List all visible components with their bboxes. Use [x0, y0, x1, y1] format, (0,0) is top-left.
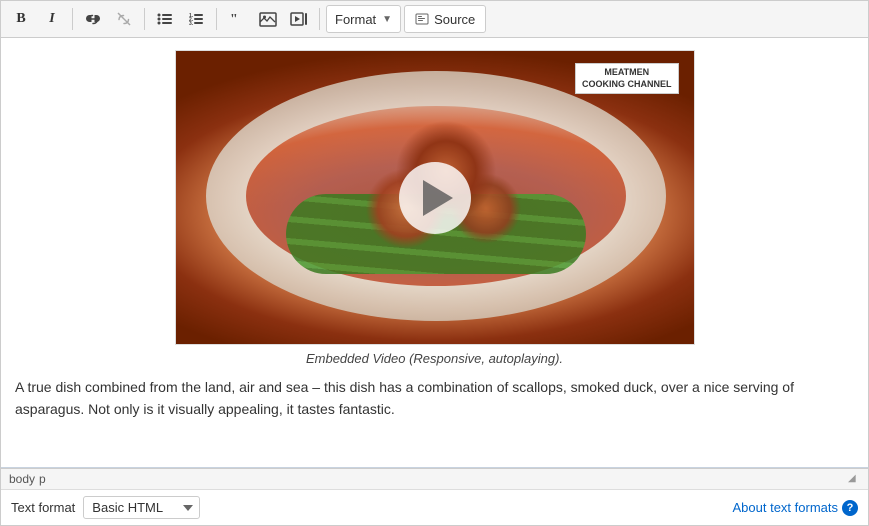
about-text-formats-link[interactable]: About text formats ? [733, 500, 859, 516]
sep-3 [216, 8, 217, 30]
image-icon [259, 12, 277, 27]
sep-1 [72, 8, 73, 30]
about-text-formats-label: About text formats [733, 500, 839, 515]
svg-text:3.: 3. [189, 21, 194, 26]
format-label: Format [335, 12, 376, 27]
italic-icon: I [49, 11, 54, 27]
body-text[interactable]: A true dish combined from the land, air … [15, 376, 854, 421]
help-icon: ? [842, 500, 858, 516]
image-button[interactable] [254, 5, 282, 33]
media-icon [290, 12, 308, 26]
format-dropdown[interactable]: Format ▼ [326, 5, 401, 33]
sep-2 [144, 8, 145, 30]
video-container: MEATMEN COOKING CHANNEL Embedded Video (… [15, 50, 854, 366]
bottom-bar: Text format Basic HTML Full HTML Plain t… [1, 489, 868, 525]
editor-content[interactable]: MEATMEN COOKING CHANNEL Embedded Video (… [1, 38, 868, 468]
ordered-list-icon: 1. 2. 3. [188, 12, 204, 26]
video-caption: Embedded Video (Responsive, autoplaying)… [306, 351, 563, 366]
blockquote-icon: " [229, 12, 245, 26]
link-icon [85, 11, 101, 27]
bold-icon: B [16, 11, 25, 27]
editor-wrapper: B I [0, 0, 869, 526]
status-tag-p: p [39, 472, 46, 486]
source-button[interactable]: Source [404, 5, 486, 33]
play-button[interactable] [399, 162, 471, 234]
text-format-group: Text format Basic HTML Full HTML Plain t… [11, 496, 200, 519]
italic-button[interactable]: I [38, 5, 66, 33]
text-format-select[interactable]: Basic HTML Full HTML Plain text Filtered… [83, 496, 200, 519]
media-button[interactable] [285, 5, 313, 33]
source-icon [415, 13, 429, 25]
status-tag-body: body [9, 472, 35, 486]
unlink-button[interactable] [110, 5, 138, 33]
resize-handle-icon[interactable]: ◢ [848, 473, 860, 485]
svg-text:": " [230, 12, 238, 26]
format-chevron-icon: ▼ [382, 14, 392, 25]
video-thumbnail[interactable]: MEATMEN COOKING CHANNEL [175, 50, 695, 345]
blockquote-button[interactable]: " [223, 5, 251, 33]
meatmen-line2: COOKING CHANNEL [582, 79, 672, 89]
editor-toolbar: B I [1, 1, 868, 38]
status-bar: body p ◢ [1, 468, 868, 489]
meatmen-line1: MEATMEN [604, 67, 649, 77]
text-format-label: Text format [11, 500, 75, 515]
sep-4 [319, 8, 320, 30]
source-label: Source [434, 12, 475, 27]
ordered-list-button[interactable]: 1. 2. 3. [182, 5, 210, 33]
unlink-icon [116, 11, 132, 27]
unordered-list-icon [157, 12, 173, 26]
link-button[interactable] [79, 5, 107, 33]
bold-button[interactable]: B [7, 5, 35, 33]
status-tags: body p [9, 472, 46, 486]
unordered-list-button[interactable] [151, 5, 179, 33]
meatmen-logo: MEATMEN COOKING CHANNEL [575, 63, 679, 94]
